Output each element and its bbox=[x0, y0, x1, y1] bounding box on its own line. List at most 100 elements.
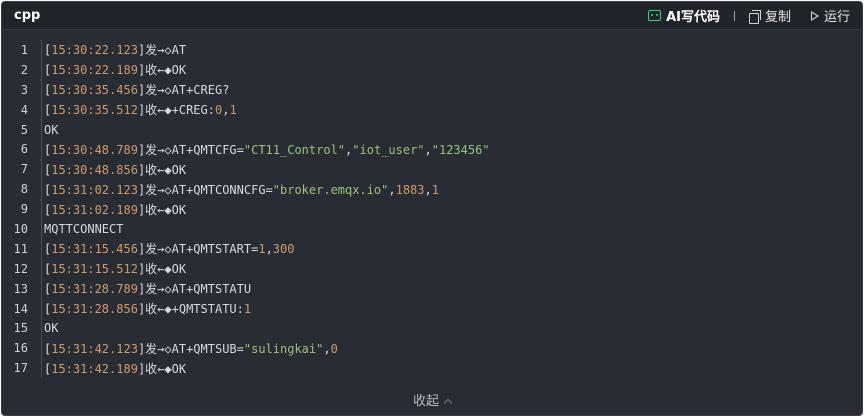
ai-write-code-label: AI写代码 bbox=[666, 10, 720, 25]
code-token: 1 bbox=[229, 103, 237, 118]
code-token: "CT11_Control" bbox=[243, 142, 346, 157]
copy-button[interactable]: 复制 bbox=[748, 6, 791, 25]
chevron-up-icon bbox=[443, 398, 453, 408]
code-token: 15:31:42.123 bbox=[51, 341, 138, 356]
code-text: OK bbox=[44, 123, 58, 137]
line-number: 15 bbox=[13, 321, 28, 336]
gutter-divider bbox=[41, 358, 42, 379]
code-token: 15:31:15.456 bbox=[51, 242, 138, 257]
line-number: 8 bbox=[20, 182, 28, 197]
code-token: 15:30:35.512 bbox=[51, 103, 138, 118]
code-line: 2 [15:30:22.189]收←◆OK bbox=[2, 59, 862, 80]
code-line: 5 OK bbox=[2, 119, 862, 140]
code-text: [15:31:28.789]发→◇AT+QMTSTATU bbox=[44, 280, 251, 297]
code-token: , bbox=[265, 242, 273, 257]
code-text: [15:30:48.856]收←◆OK bbox=[44, 161, 186, 178]
code-token: "broker.emqx.io" bbox=[272, 182, 389, 197]
code-line: 4 [15:30:35.512]收←◆+CREG:0,1 bbox=[2, 99, 862, 120]
code-line: 1 [15:30:22.123]发→◇AT bbox=[2, 40, 862, 60]
code-text: [15:31:02.123]发→◇AT+QMTCONNCFG="broker.e… bbox=[44, 181, 439, 198]
code-text: [15:31:15.456]发→◇AT+QMTSTART=1,300 bbox=[44, 240, 294, 257]
code-token: 15:31:28.789 bbox=[51, 282, 138, 297]
code-text: MQTTCONNECT bbox=[44, 222, 123, 236]
gutter-divider bbox=[41, 179, 42, 200]
code-token: 15:31:42.189 bbox=[51, 361, 138, 376]
code-text: OK bbox=[44, 321, 58, 335]
line-number: 5 bbox=[20, 122, 28, 137]
gutter-divider bbox=[41, 238, 42, 259]
code-token: 发→◇AT+QMTCONNCFG= bbox=[145, 182, 273, 197]
code-token: 收←◆OK bbox=[145, 162, 187, 177]
language-label: cpp bbox=[14, 8, 41, 23]
code-token: 15:30:48.789 bbox=[51, 142, 138, 157]
code-token: OK bbox=[44, 122, 59, 137]
run-label: 运行 bbox=[823, 10, 850, 25]
code-token: OK bbox=[44, 321, 59, 336]
code-line: 15 OK bbox=[2, 318, 862, 339]
gutter-divider bbox=[41, 99, 42, 120]
code-token: , bbox=[388, 182, 396, 197]
code-token: , bbox=[424, 142, 432, 157]
code-token: 收←◆OK bbox=[145, 202, 187, 217]
code-area[interactable]: 1 [15:30:22.123]发→◇AT 2 [15:30:22.189]收←◆OK… bbox=[2, 40, 862, 379]
code-token: 收←◆OK bbox=[145, 361, 187, 376]
code-text: [15:30:35.456]发→◇AT+CREG? bbox=[44, 81, 229, 98]
gutter-divider bbox=[41, 119, 42, 140]
gutter-divider bbox=[41, 338, 42, 359]
line-number: 10 bbox=[13, 221, 28, 236]
gutter-divider bbox=[41, 219, 42, 239]
line-number: 14 bbox=[13, 301, 28, 316]
line-number: 11 bbox=[13, 241, 28, 256]
play-icon bbox=[810, 10, 819, 21]
code-line: 6 [15:30:48.789]发→◇AT+QMTCFG="CT11_Contro… bbox=[2, 139, 862, 160]
code-line: 14 [15:31:28.856]收←◆+QMTSTATU:1 bbox=[2, 298, 862, 319]
code-token: 1 bbox=[431, 182, 439, 197]
gutter-divider bbox=[41, 199, 42, 220]
line-number: 6 bbox=[20, 142, 28, 157]
code-token: 发→◇AT+QMTCFG= bbox=[145, 142, 244, 157]
line-number: 1 bbox=[20, 42, 28, 57]
line-number: 3 bbox=[20, 82, 28, 97]
code-token: , bbox=[323, 341, 331, 356]
code-token: 发→◇AT bbox=[145, 43, 187, 58]
code-token: 300 bbox=[272, 242, 295, 257]
line-number: 17 bbox=[13, 361, 28, 376]
code-token: "123456" bbox=[431, 142, 490, 157]
code-line: 10 MQTTCONNECT bbox=[2, 219, 862, 239]
code-token: 收←◆OK bbox=[145, 262, 187, 277]
code-line: 13 [15:31:28.789]发→◇AT+QMTSTATU bbox=[2, 278, 862, 299]
copy-icon bbox=[748, 9, 761, 24]
code-block-header: cpp AI写代码 复制 运行 bbox=[2, 2, 862, 30]
copy-label: 复制 bbox=[764, 10, 791, 25]
code-token: "sulingkai" bbox=[243, 341, 324, 356]
gutter-divider bbox=[41, 59, 42, 80]
collapse-label: 收起 bbox=[412, 394, 439, 409]
line-number: 7 bbox=[20, 162, 28, 177]
collapse-button[interactable]: 收起 bbox=[2, 390, 862, 409]
code-token: 15:30:22.123 bbox=[51, 43, 138, 58]
code-line: 16 [15:31:42.123]发→◇AT+QMTSUB="sulingkai"… bbox=[2, 338, 862, 359]
code-token: 15:30:48.856 bbox=[51, 162, 138, 177]
line-number: 4 bbox=[20, 102, 28, 117]
code-token: , bbox=[424, 182, 432, 197]
line-number: 9 bbox=[20, 202, 28, 217]
code-text: [15:31:02.189]收←◆OK bbox=[44, 201, 186, 218]
gutter-divider bbox=[41, 79, 42, 100]
code-text: [15:30:48.789]发→◇AT+QMTCFG="CT11_Control… bbox=[44, 141, 490, 158]
code-token: 0 bbox=[330, 341, 338, 356]
code-line: 9 [15:31:02.189]收←◆OK bbox=[2, 199, 862, 220]
ai-write-code-button[interactable]: AI写代码 bbox=[648, 6, 720, 25]
code-text: [15:31:28.856]收←◆+QMTSTATU:1 bbox=[44, 300, 251, 317]
code-token: 1 bbox=[258, 242, 266, 257]
code-line: 7 [15:30:48.856]收←◆OK bbox=[2, 159, 862, 180]
code-token: 1 bbox=[243, 302, 252, 317]
run-button[interactable]: 运行 bbox=[810, 6, 850, 25]
code-text: [15:31:42.189]收←◆OK bbox=[44, 360, 186, 377]
code-token: 15:30:35.456 bbox=[51, 83, 138, 98]
code-line: 12 [15:31:15.512]收←◆OK bbox=[2, 258, 862, 279]
gutter-divider bbox=[41, 40, 42, 60]
code-token: 收←◆OK bbox=[145, 63, 187, 78]
code-token: 15:31:15.512 bbox=[51, 262, 138, 277]
code-text: [15:30:35.512]收←◆+CREG:0,1 bbox=[44, 101, 237, 118]
code-token: 发→◇AT+QMTSUB= bbox=[145, 341, 244, 356]
